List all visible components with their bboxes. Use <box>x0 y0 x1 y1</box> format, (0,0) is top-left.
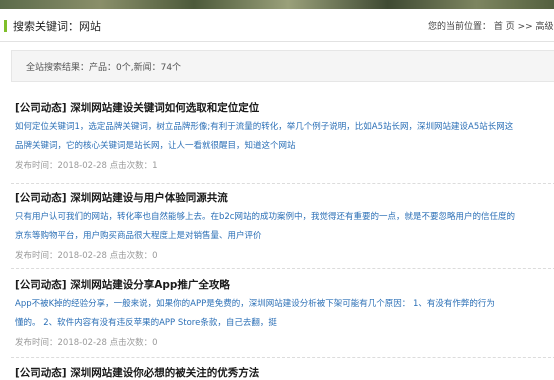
search-keyword-title: 搜索关键词：网站 <box>13 20 101 33</box>
article-excerpt-line[interactable]: 懂的。 2、软件内容有没有违反苹果的APP Store条款，自己去翻，挺 <box>15 316 277 328</box>
top-banner-image <box>0 0 554 9</box>
accent-bar <box>4 20 7 32</box>
article-title-link[interactable]: [公司动态] 深圳网站建设你必想的被关注的优秀方法 <box>15 365 259 380</box>
article-meta: 发布时间：2018-02-28 点击次数：1 <box>15 161 158 171</box>
article-excerpt-line[interactable]: 只有用户认可我们的网站，转化率也自然能够上去。在b2c网站的成功案例中，我觉得还… <box>15 210 515 222</box>
article-excerpt-line[interactable]: App不被K掉的经验分享，一般来说，如果你的APP是免费的，深圳网站建设分析被下… <box>15 297 495 309</box>
article-meta: 发布时间：2018-02-28 点击次数：0 <box>15 338 158 348</box>
search-header: 搜索关键词：网站 您的当前位置： 首 页 >> 高级 <box>0 9 554 42</box>
article-excerpt-line[interactable]: 京东等购物平台，用户购买商品很大程度上是对销售量、用户评价 <box>15 229 262 241</box>
search-summary-box: 全站搜索结果：产品：0个,新闻：74个 <box>11 50 554 82</box>
article-divider <box>11 357 554 358</box>
article-excerpt-line[interactable]: 品牌关键词，它的核心关键词是站长网，让人一看就很醒目，知道这个网站 <box>15 139 296 151</box>
article-title-link[interactable]: [公司动态] 深圳网站建设分享App推广全攻略 <box>15 277 230 292</box>
search-summary-text: 全站搜索结果：产品：0个,新闻：74个 <box>26 63 182 73</box>
article-excerpt-line[interactable]: 如何定位关键词1，选定品牌关键词，树立品牌形像;有利于流量的转化，举几个例子说明… <box>15 120 513 132</box>
article-title-link[interactable]: [公司动态] 深圳网站建设关键词如何选取和定位定位 <box>15 100 259 115</box>
article-title-link[interactable]: [公司动态] 深圳网站建设与用户体验同源共流 <box>15 190 228 205</box>
article-divider <box>11 183 554 184</box>
article-divider <box>11 268 554 269</box>
article-meta: 发布时间：2018-02-28 点击次数：0 <box>15 251 158 261</box>
breadcrumb[interactable]: 您的当前位置： 首 页 >> 高级 <box>428 19 554 32</box>
